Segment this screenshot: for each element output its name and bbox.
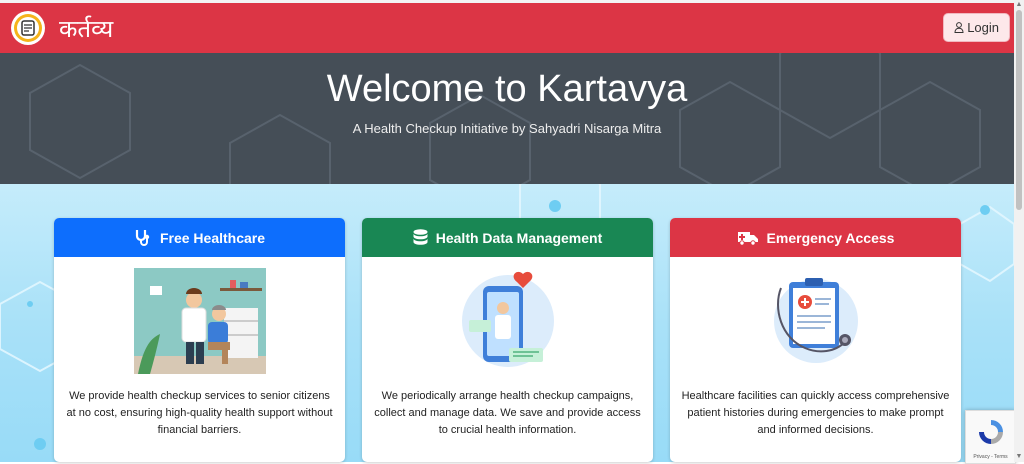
scroll-down-arrow[interactable]: ▼ [1014, 452, 1024, 462]
hero-subtitle: A Health Checkup Initiative by Sahyadri … [352, 121, 662, 136]
scroll-up-arrow[interactable]: ▲ [1014, 0, 1024, 10]
brand-name[interactable]: कर्तव्य [59, 12, 113, 45]
card-header: Free Healthcare [54, 218, 345, 257]
recaptcha-icon [979, 420, 1003, 444]
database-icon [413, 229, 428, 245]
hero-banner: Welcome to Kartavya A Health Checkup Ini… [0, 53, 1014, 184]
card-health-data-management: Health Data Management We periodically a… [362, 218, 653, 462]
brand-logo[interactable] [11, 11, 45, 45]
page-scrollbar[interactable]: ▲ ▼ [1014, 0, 1024, 462]
card-title: Emergency Access [766, 229, 895, 246]
card-title: Health Data Management [435, 229, 603, 246]
card-description: We periodically arrange health checkup c… [374, 390, 641, 436]
clipboard-stethoscope-illustration [773, 278, 858, 363]
card-description: We provide health checkup services to se… [66, 390, 333, 436]
card-illustration [362, 268, 653, 378]
doctor-patient-illustration [133, 268, 266, 374]
card-illustration [54, 268, 345, 378]
stethoscope-icon [135, 229, 150, 246]
card-header: Health Data Management [362, 218, 653, 257]
card-header: Emergency Access [670, 218, 961, 257]
card-free-healthcare: Free Healthcare We provide health checku… [54, 218, 345, 462]
logo-icon [14, 14, 42, 42]
ambulance-icon [737, 231, 758, 246]
recaptcha-text[interactable]: Privacy - Terms [966, 454, 1015, 460]
card-illustration [670, 268, 961, 378]
navbar: कर्तव्य Login [0, 3, 1014, 53]
login-button[interactable]: Login [943, 13, 1010, 42]
user-icon [954, 22, 964, 33]
login-label: Login [967, 20, 999, 35]
hero-title: Welcome to Kartavya [326, 68, 688, 110]
recaptcha-badge[interactable]: Privacy - Terms [965, 410, 1016, 464]
card-title: Free Healthcare [159, 229, 266, 246]
scroll-thumb[interactable] [1016, 10, 1022, 210]
phone-doctor-illustration [461, 271, 554, 367]
card-emergency-access: Emergency Access Healthcare facilities c… [670, 218, 961, 462]
card-description: Healthcare facilities can quickly access… [681, 390, 950, 436]
